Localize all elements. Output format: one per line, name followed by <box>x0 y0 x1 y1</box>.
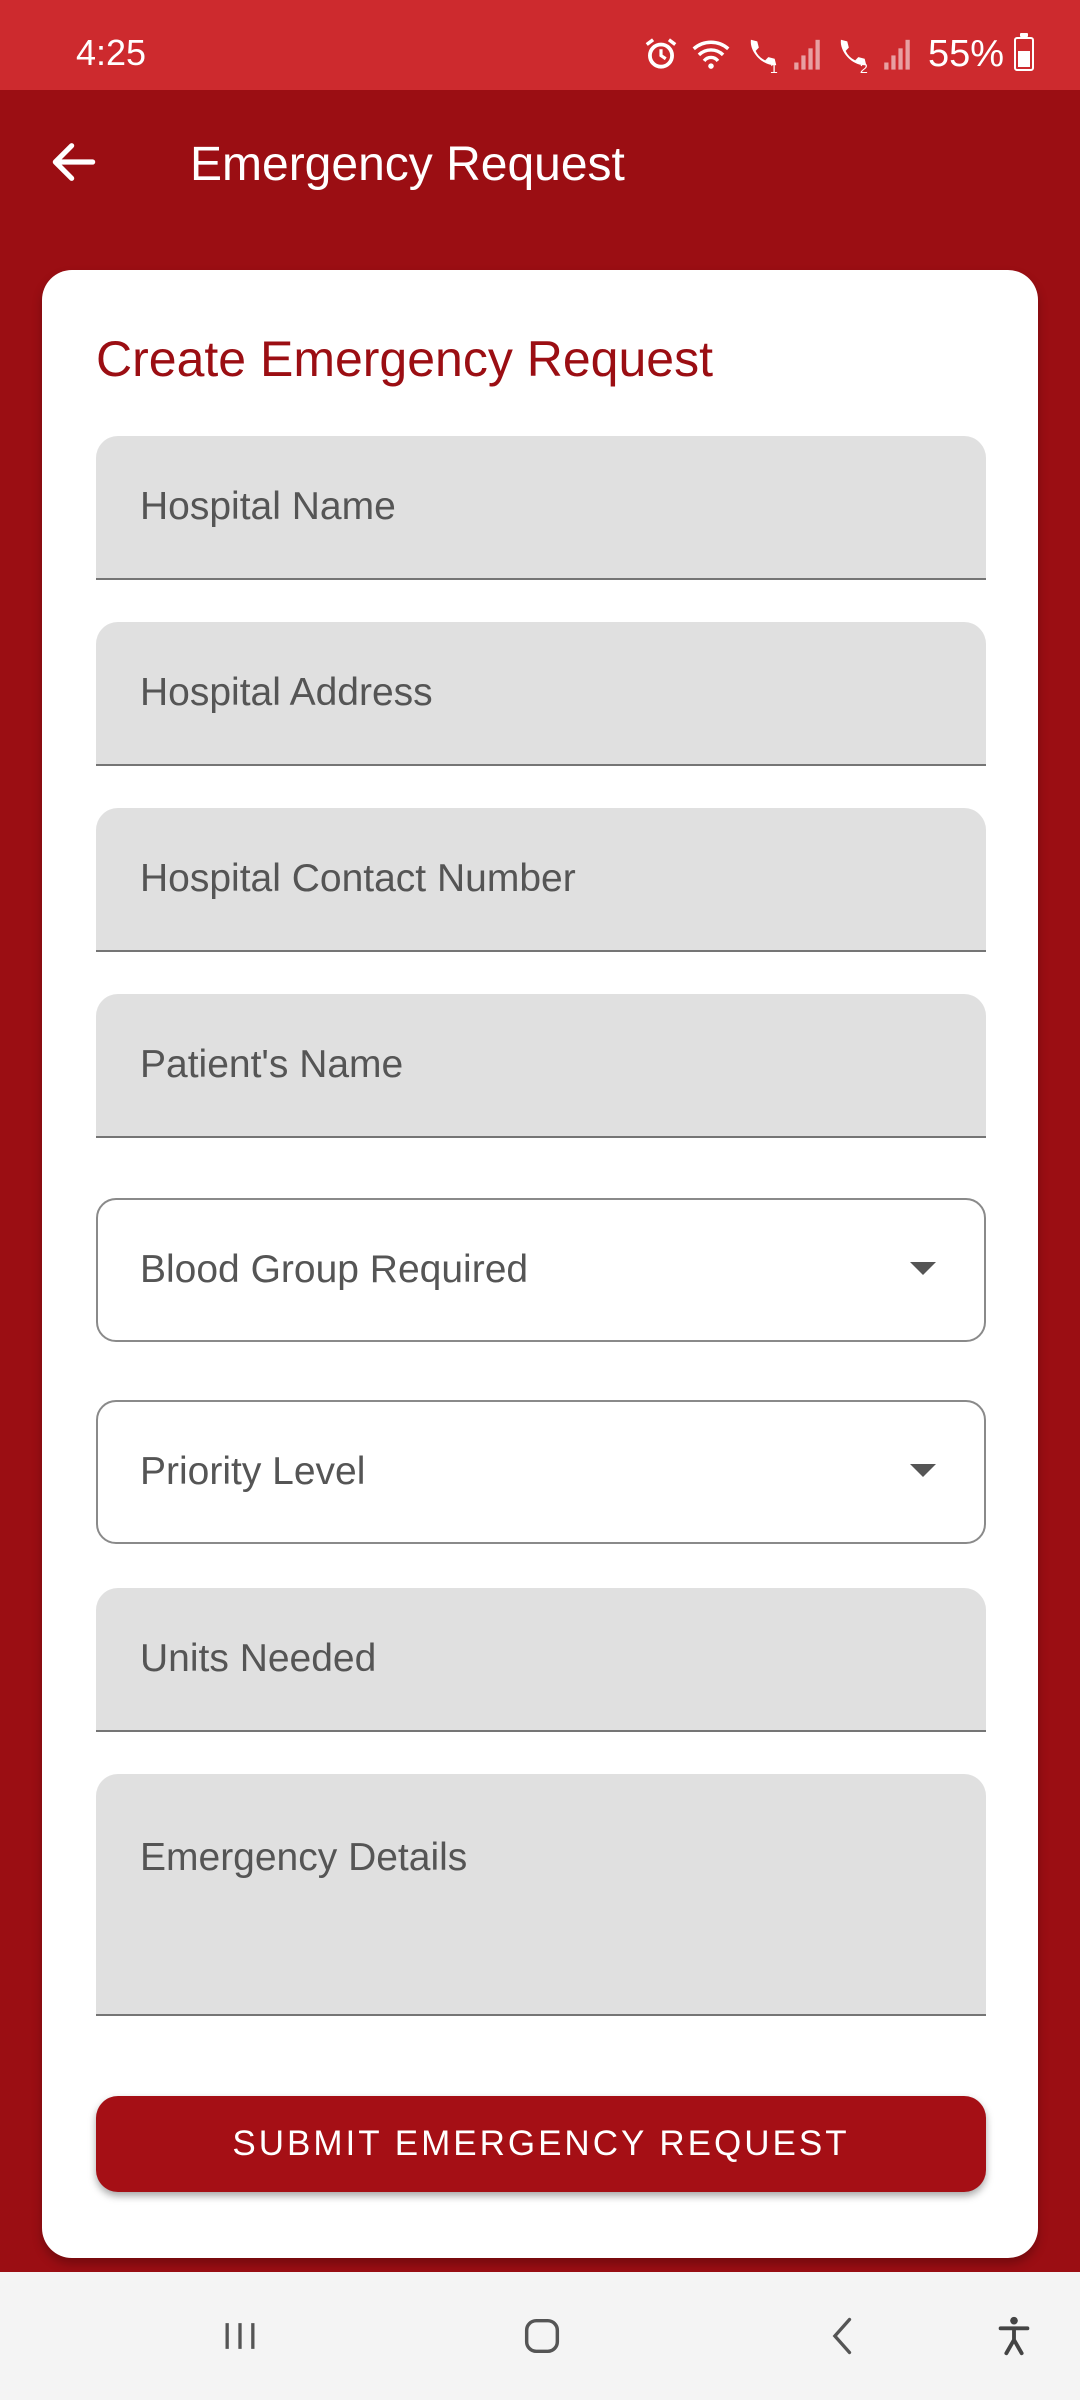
patient-name-field <box>96 994 986 1138</box>
units-needed-field <box>96 1588 986 1732</box>
status-icons: 1 2 55% <box>642 26 1034 82</box>
emergency-details-input[interactable] <box>96 1774 986 2014</box>
units-needed-input[interactable] <box>96 1588 986 1730</box>
recent-apps-icon[interactable] <box>208 2304 272 2368</box>
battery-icon <box>1014 33 1034 71</box>
hospital-address-field <box>96 622 986 766</box>
hospital-contact-field <box>96 808 986 952</box>
hospital-name-field <box>96 436 986 580</box>
hospital-address-input[interactable] <box>96 622 986 764</box>
accessibility-icon[interactable] <box>982 2304 1046 2368</box>
signal-icon <box>884 39 910 70</box>
request-form-card: Create Emergency Request Blood Group Req… <box>42 270 1038 2258</box>
signal-icon <box>794 39 820 70</box>
blood-group-label: Blood Group Required <box>140 1248 529 1291</box>
priority-level-select[interactable]: Priority Level <box>96 1400 986 1544</box>
arrow-left-icon[interactable] <box>46 134 102 190</box>
svg-text:1: 1 <box>770 61 778 73</box>
page-title: Emergency Request <box>190 138 625 191</box>
battery-percent: 55% <box>927 32 1004 75</box>
blood-group-select[interactable]: Blood Group Required <box>96 1198 986 1342</box>
status-bar: 4:25 1 2 55% <box>0 0 1080 90</box>
caret-down-icon <box>910 1464 936 1477</box>
hospital-contact-input[interactable] <box>96 808 986 950</box>
app-bar: Emergency Request <box>0 90 1080 240</box>
alarm-icon <box>645 38 677 69</box>
back-icon[interactable] <box>812 2304 876 2368</box>
emergency-details-field <box>96 1774 986 2016</box>
home-icon[interactable] <box>510 2304 574 2368</box>
call-sim2-icon: 2 <box>840 39 868 73</box>
caret-down-icon <box>910 1262 936 1275</box>
call-sim1-icon: 1 <box>750 39 778 73</box>
wifi-icon <box>692 40 730 69</box>
form-heading: Create Emergency Request <box>96 331 713 387</box>
status-time: 4:25 <box>76 32 147 73</box>
hospital-name-input[interactable] <box>96 436 986 578</box>
priority-level-label: Priority Level <box>140 1450 366 1493</box>
system-nav-bar <box>0 2272 1080 2400</box>
svg-text:2: 2 <box>860 61 868 73</box>
patient-name-input[interactable] <box>96 994 986 1136</box>
submit-request-button[interactable]: SUBMIT EMERGENCY REQUEST <box>96 2096 986 2192</box>
